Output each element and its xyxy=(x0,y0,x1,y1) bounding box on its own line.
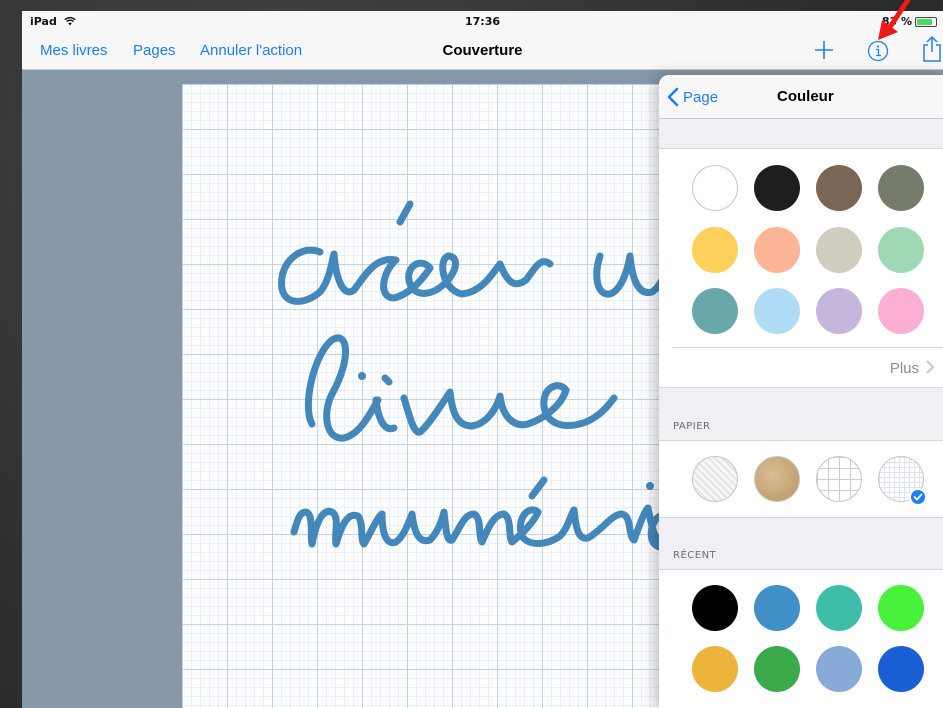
status-bar: iPad 17:36 83 % xyxy=(22,11,943,32)
drawing-page[interactable] xyxy=(182,84,742,708)
red-arrow-annotation xyxy=(878,0,911,40)
paper-section-label: PAPIER xyxy=(673,421,711,432)
recent-color-swatch[interactable] xyxy=(692,585,738,631)
color-swatch[interactable] xyxy=(692,288,738,334)
paper-plain[interactable] xyxy=(692,456,738,502)
color-swatch[interactable] xyxy=(878,288,924,334)
popover-title: Couleur xyxy=(777,88,834,105)
back-label: Page xyxy=(683,88,719,106)
chevron-right-icon xyxy=(926,360,935,374)
recent-group xyxy=(659,569,943,708)
paper-selected-checkmark xyxy=(909,488,927,506)
popover-header: Page Couleur xyxy=(659,75,943,119)
recent-color-swatch[interactable] xyxy=(878,646,924,692)
handwriting-drawing xyxy=(278,200,685,608)
color-group: Plus xyxy=(659,148,943,388)
more-label: Plus xyxy=(889,360,919,377)
color-swatch[interactable] xyxy=(878,165,924,211)
plus-icon[interactable] xyxy=(812,38,836,62)
color-popover: Page Couleur Plus PAPIER RÉCENT xyxy=(659,75,943,708)
share-icon[interactable] xyxy=(921,35,943,63)
color-swatch[interactable] xyxy=(816,227,862,273)
checkmark-icon xyxy=(913,493,923,501)
color-swatch[interactable] xyxy=(754,288,800,334)
recent-color-swatch[interactable] xyxy=(878,585,924,631)
paper-kraft[interactable] xyxy=(754,456,800,502)
paper-group xyxy=(659,440,943,518)
more-colors-row[interactable]: Plus xyxy=(673,347,943,387)
recent-color-swatch[interactable] xyxy=(692,646,738,692)
recent-color-swatch[interactable] xyxy=(816,585,862,631)
paper-grid[interactable] xyxy=(816,456,862,502)
color-swatch[interactable] xyxy=(754,165,800,211)
color-swatch[interactable] xyxy=(692,227,738,273)
recent-color-swatch[interactable] xyxy=(754,585,800,631)
color-swatch[interactable] xyxy=(754,227,800,273)
color-swatch[interactable] xyxy=(878,227,924,273)
color-swatch[interactable] xyxy=(816,288,862,334)
battery-icon xyxy=(915,16,937,27)
recent-section-label: RÉCENT xyxy=(673,550,717,561)
status-time: 17:36 xyxy=(464,15,500,28)
color-swatch[interactable] xyxy=(692,165,738,211)
back-to-page-button[interactable]: Page xyxy=(667,87,718,107)
recent-color-swatch[interactable] xyxy=(754,646,800,692)
color-swatch[interactable] xyxy=(816,165,862,211)
page-title: Couverture xyxy=(442,42,523,59)
recent-color-swatch[interactable] xyxy=(816,646,862,692)
chevron-left-icon xyxy=(667,87,679,107)
nav-bar: Mes livres Pages Annuler l'action Couver… xyxy=(22,32,943,70)
